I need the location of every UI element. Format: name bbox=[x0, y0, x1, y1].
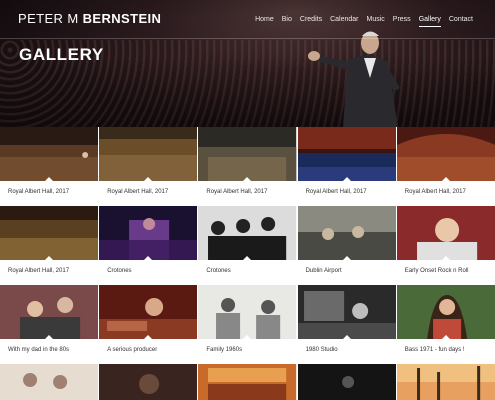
gallery-item[interactable]: Royal Albert Hall, 2017 bbox=[0, 206, 99, 285]
gallery-caption: With my dad in the 80s bbox=[8, 347, 70, 353]
gallery-caption: Royal Albert Hall, 2017 bbox=[8, 268, 70, 274]
gallery-photo[interactable] bbox=[297, 285, 396, 339]
gallery-caption: 1980 Studio bbox=[305, 347, 338, 353]
nav-press[interactable]: Press bbox=[393, 16, 411, 27]
gallery-photo[interactable] bbox=[396, 206, 495, 260]
gallery-caption: Royal Albert Hall, 2017 bbox=[206, 189, 268, 195]
gallery-caption: Royal Albert Hall, 2017 bbox=[404, 189, 466, 195]
gallery-item[interactable] bbox=[198, 364, 297, 400]
gallery-caption: Royal Albert Hall, 2017 bbox=[8, 189, 70, 195]
page-title: GALLERY bbox=[19, 45, 104, 64]
gallery-photo[interactable] bbox=[99, 285, 198, 339]
site-logo[interactable]: PETER M BERNSTEIN bbox=[18, 11, 161, 26]
gallery-photo[interactable] bbox=[297, 127, 396, 181]
main-nav: Home Bio Credits Calendar Music Press Ga… bbox=[255, 16, 473, 27]
nav-gallery[interactable]: Gallery bbox=[418, 16, 441, 27]
gallery-item[interactable]: Royal Albert Hall, 2017 bbox=[99, 127, 198, 206]
hero-banner: PETER M BERNSTEIN Home Bio Credits Calen… bbox=[0, 0, 495, 127]
gallery-photo[interactable] bbox=[396, 364, 495, 400]
gallery-item[interactable]: 1980 Studio bbox=[297, 285, 396, 364]
gallery-photo[interactable] bbox=[396, 285, 495, 339]
gallery-item[interactable] bbox=[99, 364, 198, 400]
gallery-item[interactable]: Royal Albert Hall, 2017 bbox=[396, 127, 495, 206]
nav-credits[interactable]: Credits bbox=[300, 16, 322, 27]
gallery-item[interactable]: Family 1960s bbox=[198, 285, 297, 364]
gallery-photo[interactable] bbox=[198, 127, 297, 181]
gallery-photo[interactable] bbox=[99, 206, 198, 260]
gallery-item[interactable]: Early Onset Rock n Roll bbox=[396, 206, 495, 285]
conductor-image bbox=[308, 31, 400, 127]
gallery-item[interactable]: Crotones bbox=[99, 206, 198, 285]
gallery-photo[interactable] bbox=[198, 364, 297, 400]
gallery-photo[interactable] bbox=[0, 206, 99, 260]
gallery-item[interactable] bbox=[396, 364, 495, 400]
gallery-item[interactable]: A serious producer bbox=[99, 285, 198, 364]
gallery-item[interactable]: Royal Albert Hall, 2017 bbox=[0, 127, 99, 206]
gallery-caption: Royal Albert Hall, 2017 bbox=[305, 189, 367, 195]
gallery-caption: Royal Albert Hall, 2017 bbox=[107, 189, 169, 195]
gallery-item[interactable]: Royal Albert Hall, 2017 bbox=[297, 127, 396, 206]
gallery-item[interactable]: With my dad in the 80s bbox=[0, 285, 99, 364]
gallery-item[interactable]: Bass 1971 - fun days ! bbox=[396, 285, 495, 364]
gallery-item[interactable]: Dublin Airport bbox=[297, 206, 396, 285]
gallery-photo[interactable] bbox=[99, 127, 198, 181]
gallery-caption: Dublin Airport bbox=[305, 268, 342, 274]
gallery-photo[interactable] bbox=[297, 206, 396, 260]
gallery-photo[interactable] bbox=[198, 206, 297, 260]
gallery-photo[interactable] bbox=[198, 285, 297, 339]
gallery-photo[interactable] bbox=[99, 364, 198, 400]
gallery-photo[interactable] bbox=[396, 127, 495, 181]
nav-calendar[interactable]: Calendar bbox=[330, 16, 358, 27]
gallery-item[interactable]: Royal Albert Hall, 2017 bbox=[198, 127, 297, 206]
nav-home[interactable]: Home bbox=[255, 16, 274, 27]
gallery-caption: Crotones bbox=[107, 268, 132, 274]
gallery-item[interactable]: Crotones bbox=[198, 206, 297, 285]
gallery-caption: A serious producer bbox=[107, 347, 158, 353]
gallery-photo[interactable] bbox=[297, 364, 396, 400]
gallery-caption: Family 1960s bbox=[206, 347, 243, 353]
gallery-caption: Crotones bbox=[206, 268, 231, 274]
nav-contact[interactable]: Contact bbox=[449, 16, 473, 27]
gallery-item[interactable] bbox=[297, 364, 396, 400]
gallery-item[interactable] bbox=[0, 364, 99, 400]
gallery-caption: Bass 1971 - fun days ! bbox=[404, 347, 465, 353]
gallery-grid: Royal Albert Hall, 2017 Royal Albert Hal… bbox=[0, 127, 495, 400]
nav-music[interactable]: Music bbox=[367, 16, 385, 27]
gallery-photo[interactable] bbox=[0, 364, 99, 400]
gallery-photo[interactable] bbox=[0, 127, 99, 181]
nav-bio[interactable]: Bio bbox=[282, 16, 292, 27]
gallery-photo[interactable] bbox=[0, 285, 99, 339]
gallery-caption: Early Onset Rock n Roll bbox=[404, 268, 469, 274]
